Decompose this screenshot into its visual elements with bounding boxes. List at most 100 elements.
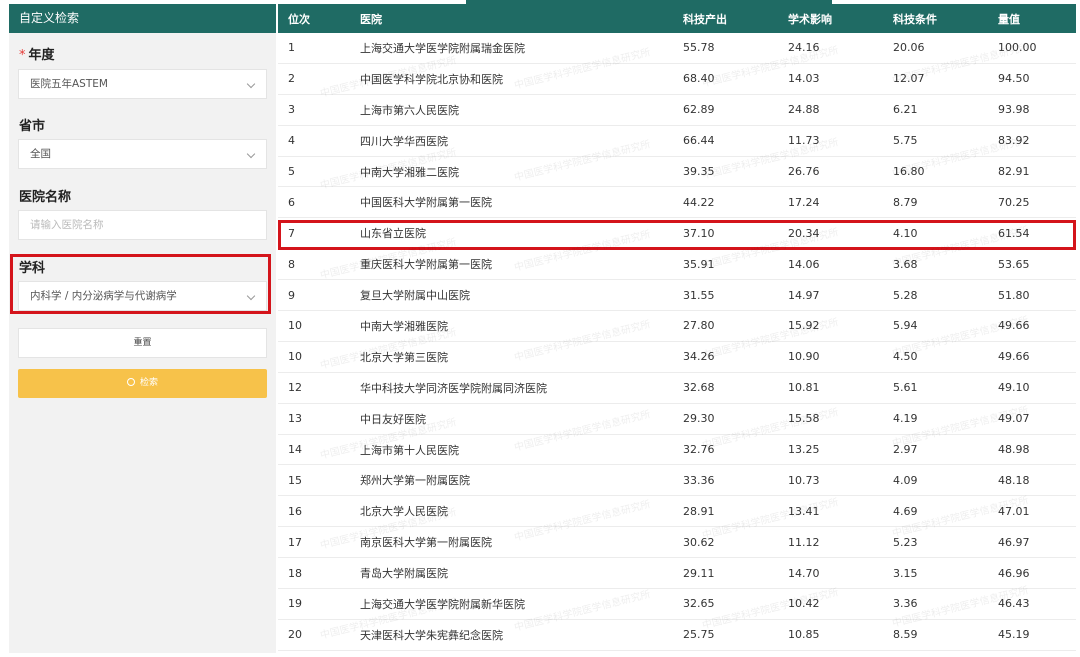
rank-cell: 5 bbox=[288, 165, 295, 178]
output-cell: 32.68 bbox=[683, 381, 715, 395]
table-row[interactable]: 17 南京医科大学第一附属医院 30.62 11.12 5.23 46.97 bbox=[278, 527, 1076, 559]
province-select[interactable]: 全国 bbox=[18, 139, 267, 169]
impact-cell: 14.06 bbox=[788, 257, 820, 271]
score-cell: 46.97 bbox=[998, 535, 1030, 549]
column-header-hospital[interactable]: 医院 bbox=[360, 4, 382, 33]
hospital-cell: 青岛大学附属医院 bbox=[360, 567, 448, 581]
rank-cell: 7 bbox=[288, 226, 295, 240]
impact-cell: 10.85 bbox=[788, 628, 820, 642]
rank-cell: 9 bbox=[288, 288, 295, 302]
search-icon bbox=[126, 378, 135, 386]
impact-cell: 24.16 bbox=[788, 41, 820, 55]
column-header-rank[interactable]: 位次 bbox=[288, 4, 310, 33]
rank-cell: 12 bbox=[288, 381, 302, 395]
table-row[interactable]: 15 郑州大学第一附属医院 33.36 10.73 4.09 48.18 bbox=[278, 465, 1076, 497]
table-row[interactable]: 14 上海市第十人民医院 32.76 13.25 2.97 48.98 bbox=[278, 434, 1076, 466]
output-cell: 33.36 bbox=[683, 473, 715, 487]
search-button-label: 检索 bbox=[139, 378, 158, 388]
hospital-cell: 华中科技大学同济医学院附属同济医院 bbox=[360, 381, 547, 395]
rank-cell: 4 bbox=[288, 134, 295, 148]
rank-cell: 10 bbox=[288, 319, 302, 333]
table-row[interactable]: 2 中国医学科学院北京协和医院 68.40 14.03 12.07 94.50 bbox=[278, 63, 1076, 95]
table-row[interactable]: 4 四川大学华西医院 66.44 11.73 5.75 83.92 bbox=[278, 125, 1076, 157]
hospital-cell: 上海市第六人民医院 bbox=[360, 103, 459, 117]
table-row[interactable]: 6 中国医科大学附属第一医院 44.22 17.24 8.79 70.25 bbox=[278, 187, 1076, 219]
column-header-output[interactable]: 科技产出 bbox=[683, 4, 727, 33]
impact-cell: 24.88 bbox=[788, 103, 820, 117]
score-cell: 100.00 bbox=[998, 41, 1037, 55]
table-row[interactable]: 8 重庆医科大学附属第一医院 35.91 14.06 3.68 53.65 bbox=[278, 249, 1076, 281]
rank-cell: 1 bbox=[288, 41, 295, 55]
hospital-cell: 上海交通大学医学院附属瑞金医院 bbox=[360, 41, 525, 55]
hospital-cell: 南京医科大学第一附属医院 bbox=[360, 536, 492, 550]
search-sidebar: 自定义检索 * 年度 医院五年ASTEM 省市 全国 医院名称 请输入医院名称 学… bbox=[9, 4, 276, 653]
table-row[interactable]: 18 青岛大学附属医院 29.11 14.70 3.15 46.96 bbox=[278, 558, 1076, 590]
table-row[interactable]: 10 北京大学第三医院 34.26 10.90 4.50 49.66 bbox=[278, 341, 1076, 373]
impact-cell: 10.90 bbox=[788, 350, 820, 364]
hospital-cell: 天津医科大学朱宪彝纪念医院 bbox=[360, 628, 503, 642]
table-row[interactable]: 7 山东省立医院 37.10 20.34 4.10 61.54 bbox=[278, 218, 1076, 250]
table-row[interactable]: 13 中日友好医院 29.30 15.58 4.19 49.07 bbox=[278, 403, 1076, 435]
table-row[interactable]: 9 复旦大学附属中山医院 31.55 14.97 5.28 51.80 bbox=[278, 280, 1076, 312]
table-row[interactable]: 3 上海市第六人民医院 62.89 24.88 6.21 93.98 bbox=[278, 94, 1076, 126]
output-cell: 32.76 bbox=[683, 443, 715, 457]
rank-cell: 15 bbox=[288, 473, 302, 487]
table-row[interactable]: 16 北京大学人民医院 28.91 13.41 4.69 47.01 bbox=[278, 496, 1076, 528]
column-header-conditions[interactable]: 科技条件 bbox=[893, 4, 937, 33]
rank-cell: 6 bbox=[288, 195, 295, 209]
conditions-cell: 4.19 bbox=[893, 412, 918, 426]
output-cell: 44.22 bbox=[683, 195, 715, 209]
rank-cell: 8 bbox=[288, 257, 295, 271]
reset-button[interactable]: 重置 bbox=[18, 328, 267, 358]
rank-cell: 2 bbox=[288, 72, 295, 86]
table-row[interactable]: 10 中南大学湘雅医院 27.80 15.92 5.94 49.66 bbox=[278, 311, 1076, 342]
impact-cell: 20.34 bbox=[788, 226, 820, 240]
rank-cell: 20 bbox=[288, 628, 302, 642]
conditions-cell: 20.06 bbox=[893, 41, 925, 55]
output-cell: 27.80 bbox=[683, 319, 715, 333]
table-row[interactable]: 19 上海交通大学医学院附属新华医院 32.65 10.42 3.36 46.43 bbox=[278, 589, 1076, 620]
conditions-cell: 12.07 bbox=[893, 72, 925, 86]
conditions-cell: 4.10 bbox=[893, 226, 918, 240]
chevron-down-icon bbox=[246, 291, 256, 301]
conditions-cell: 4.50 bbox=[893, 350, 918, 364]
score-cell: 82.91 bbox=[998, 165, 1030, 178]
output-cell: 34.26 bbox=[683, 350, 715, 364]
hospital-cell: 郑州大学第一附属医院 bbox=[360, 474, 470, 488]
hospital-name-input[interactable]: 请输入医院名称 bbox=[18, 210, 267, 240]
output-cell: 35.91 bbox=[683, 257, 715, 271]
conditions-cell: 3.68 bbox=[893, 257, 918, 271]
score-cell: 49.07 bbox=[998, 412, 1030, 426]
hospital-cell: 中国医学科学院北京协和医院 bbox=[360, 72, 503, 86]
hospital-cell: 中国医科大学附属第一医院 bbox=[360, 196, 492, 210]
rank-cell: 10 bbox=[288, 350, 302, 364]
hospital-cell: 四川大学华西医院 bbox=[360, 134, 448, 148]
impact-cell: 15.92 bbox=[788, 319, 820, 333]
output-cell: 29.11 bbox=[683, 566, 715, 580]
year-select[interactable]: 医院五年ASTEM bbox=[18, 69, 267, 99]
column-header-score[interactable]: 量值 bbox=[998, 4, 1020, 33]
output-cell: 39.35 bbox=[683, 165, 715, 178]
table-row[interactable]: 12 华中科技大学同济医学院附属同济医院 32.68 10.81 5.61 49.10 bbox=[278, 372, 1076, 404]
rank-cell: 16 bbox=[288, 504, 302, 518]
discipline-select[interactable]: 内科学 / 内分泌病学与代谢病学 bbox=[18, 281, 267, 311]
table-row[interactable]: 5 中南大学湘雅二医院 39.35 26.76 16.80 82.91 bbox=[278, 156, 1076, 188]
rank-cell: 18 bbox=[288, 566, 302, 580]
column-header-impact[interactable]: 学术影响 bbox=[788, 4, 832, 33]
discipline-select-value: 内科学 / 内分泌病学与代谢病学 bbox=[30, 290, 177, 302]
conditions-cell: 8.59 bbox=[893, 628, 918, 642]
conditions-cell: 5.94 bbox=[893, 319, 918, 333]
impact-cell: 17.24 bbox=[788, 195, 820, 209]
ranking-table: 位次 医院 科技产出 学术影响 科技条件 量值 1 上海交通大学医学院附属瑞金医院… bbox=[278, 0, 1076, 653]
score-cell: 48.18 bbox=[998, 473, 1030, 487]
search-button[interactable]: 检索 bbox=[18, 369, 267, 398]
output-cell: 29.30 bbox=[683, 412, 715, 426]
conditions-cell: 5.61 bbox=[893, 381, 918, 395]
impact-cell: 14.97 bbox=[788, 288, 820, 302]
table-row[interactable]: 20 天津医科大学朱宪彝纪念医院 25.75 10.85 8.59 45.19 bbox=[278, 619, 1076, 651]
impact-cell: 13.41 bbox=[788, 504, 820, 518]
score-cell: 49.66 bbox=[998, 319, 1030, 333]
score-cell: 48.98 bbox=[998, 443, 1030, 457]
table-row[interactable]: 1 上海交通大学医学院附属瑞金医院 55.78 24.16 20.06 100.00 bbox=[278, 33, 1076, 64]
hospital-cell: 中日友好医院 bbox=[360, 412, 426, 426]
